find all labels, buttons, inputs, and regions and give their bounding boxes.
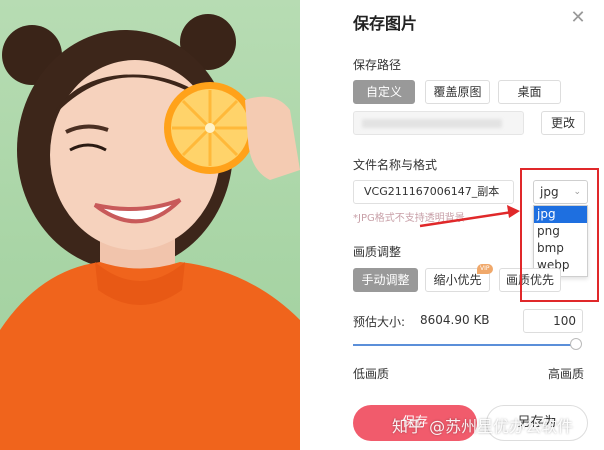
annotation-arrow <box>419 205 520 228</box>
